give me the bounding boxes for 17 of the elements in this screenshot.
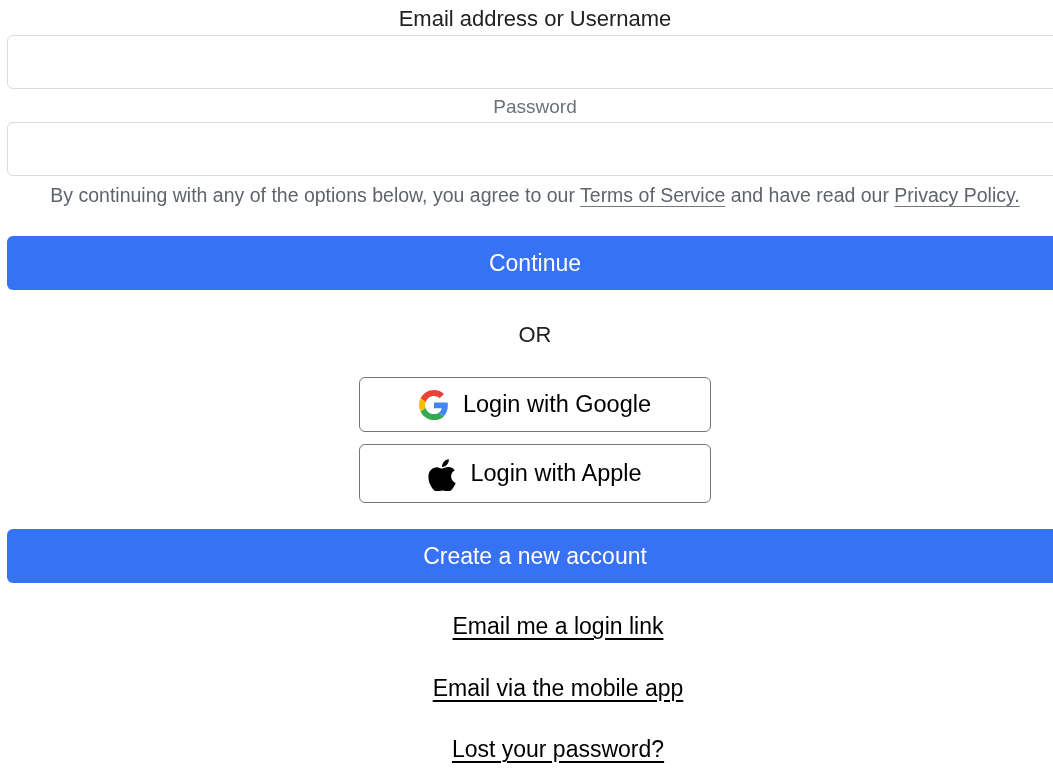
- g-logo-icon: [418, 389, 449, 420]
- text-link[interactable]: Email via the mobile app: [432, 670, 684, 706]
- terms-text: By continuing with any of the options below, you agree to our Terms of Service and have read our Privacy Policy.: [50, 183, 1020, 208]
- input-field[interactable]: [7, 35, 1053, 89]
- social-login-button[interactable]: Login with Google: [359, 377, 711, 433]
- continue-button[interactable]: Continue: [7, 236, 1053, 291]
- input-field[interactable]: [7, 122, 1053, 176]
- field-label: Password: [493, 95, 577, 119]
- apple-icon: [428, 456, 457, 491]
- text-link[interactable]: Email me a login link: [452, 609, 664, 644]
- create-account-button[interactable]: Create a new account: [7, 529, 1053, 584]
- text-link[interactable]: Lost your password?: [451, 732, 665, 767]
- field-label: Email address or Username: [398, 6, 672, 32]
- or-divider-text: OR: [518, 321, 552, 350]
- privacy-link[interactable]: Privacy Policy.: [894, 184, 1020, 206]
- social-login-button[interactable]: Login with Apple: [359, 444, 711, 504]
- terms-link[interactable]: Terms of Service: [580, 184, 726, 206]
